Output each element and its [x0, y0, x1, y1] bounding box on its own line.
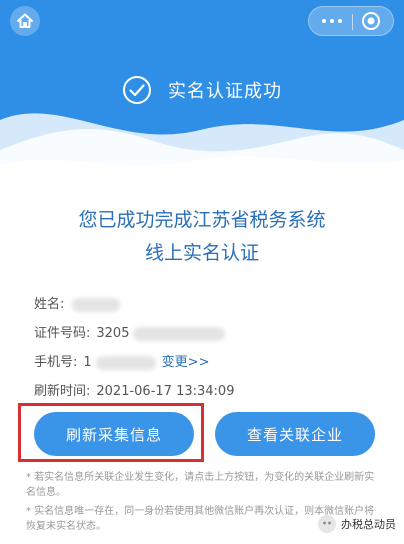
refresh-time-label: 刷新时间: [34, 384, 91, 399]
name-row: 姓名: [34, 290, 374, 319]
headline-line-2: 线上实名认证 [144, 242, 259, 264]
success-header: 实名认证成功 [0, 0, 404, 190]
completion-headline: 您已成功完成江苏省税务系统 线上实名认证 [0, 204, 404, 270]
watermark-text: 办税总动员 [341, 518, 396, 531]
home-icon [17, 13, 33, 28]
name-label: 姓名: [34, 297, 65, 312]
capsule-divider [352, 14, 353, 30]
change-phone-link[interactable]: 变更>> [162, 348, 210, 377]
refresh-time-value: 2021-06-17 13:34:09 [96, 384, 235, 399]
highlight-box [18, 403, 204, 462]
refresh-time-row: 刷新时间: 2021-06-17 13:34:09 [34, 377, 374, 406]
watermark: 办税总动员 [317, 514, 396, 534]
phone-label: 手机号: [34, 355, 78, 370]
mini-program-capsule [308, 6, 394, 36]
more-dots-icon [320, 19, 344, 23]
phone-redacted [95, 355, 156, 370]
name-redacted [72, 297, 121, 312]
phone-row: 手机号: 1 变更>> [34, 348, 374, 377]
id-prefix: 3205 [96, 326, 130, 341]
check-circle-icon [123, 76, 151, 104]
target-close-icon[interactable] [361, 11, 381, 31]
id-label: 证件号码: [34, 326, 91, 341]
wechat-account-icon [318, 515, 336, 533]
id-row: 证件号码: 3205 [34, 319, 374, 348]
view-related-enterprises-button[interactable]: 查看关联企业 [215, 412, 375, 456]
more-button[interactable] [317, 7, 347, 35]
headline-line-1: 您已成功完成江苏省税务系统 [78, 209, 326, 231]
success-title: 实名认证成功 [168, 81, 282, 102]
note-related-enterprise: * 若实名信息所关联企业发生变化，请点击上方按钮，为变化的关联企业刷新实名信息。 [26, 472, 375, 498]
home-button[interactable] [10, 6, 40, 36]
phone-prefix: 1 [83, 355, 92, 370]
success-title-row: 实名认证成功 [0, 72, 404, 108]
identity-info: 姓名: 证件号码: 3205 手机号: 1 变更>> 刷新时间: 2021-06… [34, 290, 374, 406]
id-redacted [133, 326, 226, 341]
